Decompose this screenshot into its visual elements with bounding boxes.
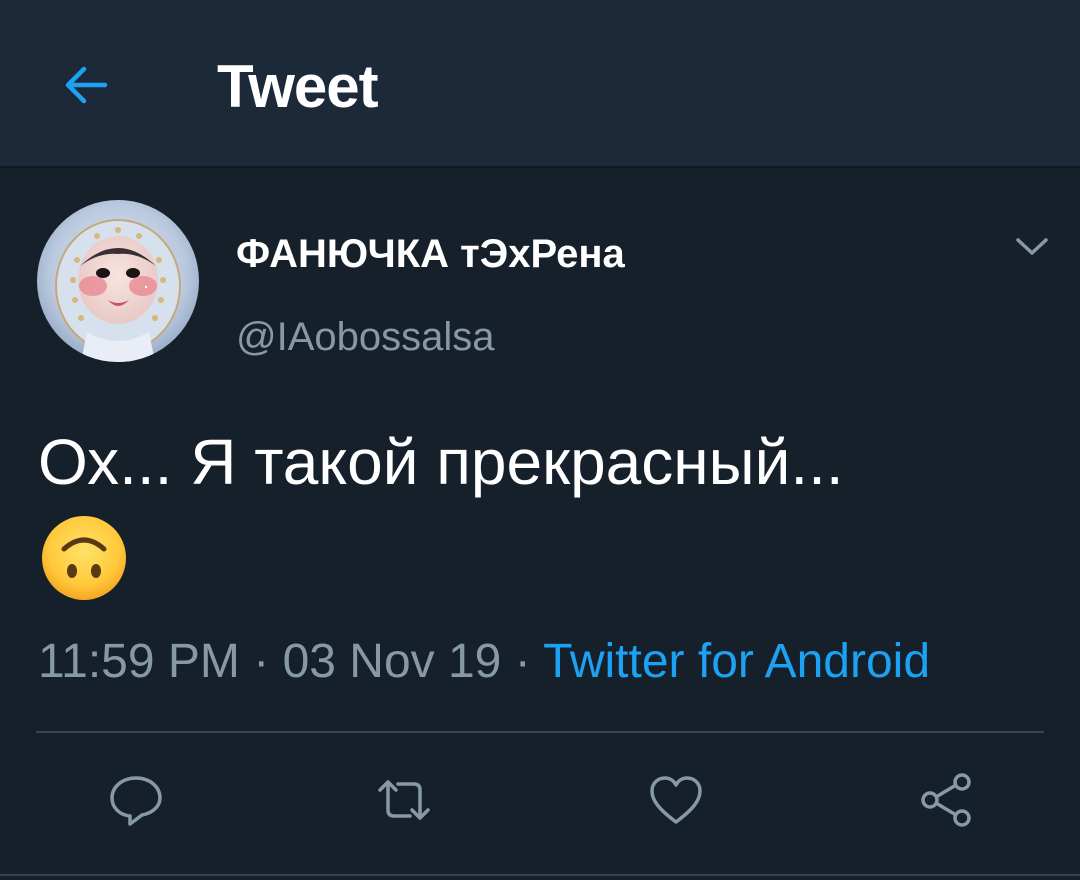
retweet-icon xyxy=(378,780,430,820)
meta-separator: · xyxy=(253,635,270,688)
page-title: Tweet xyxy=(217,53,379,120)
actions-divider xyxy=(36,731,1044,733)
tweet-text: Ох... Я такой прекрасный... xyxy=(38,426,844,498)
tweet-time: 11:59 PM xyxy=(38,635,240,688)
reply-button[interactable] xyxy=(104,768,168,832)
chevron-down-icon xyxy=(1016,238,1048,255)
tweet-date: 03 Nov 19 xyxy=(282,635,502,688)
meta-separator: · xyxy=(514,635,531,688)
arrow-left-icon xyxy=(65,66,108,104)
bottom-divider xyxy=(0,874,1080,876)
tweet-meta: 11:59 PM · 03 Nov 19 · Twitter for Andro… xyxy=(38,632,930,692)
tweet-menu-button[interactable] xyxy=(1006,226,1058,268)
author-handle[interactable]: @IAobossalsa xyxy=(236,312,495,362)
upside-down-face-emoji xyxy=(42,516,126,600)
avatar-image xyxy=(37,200,199,362)
author-display-name[interactable]: ФАНЮЧКА тЭхРена xyxy=(236,228,625,280)
top-app-bar: Tweet xyxy=(0,0,1080,168)
heart-icon xyxy=(650,776,702,824)
reply-icon xyxy=(110,776,162,826)
like-button[interactable] xyxy=(644,768,708,832)
share-icon xyxy=(921,773,971,827)
tweet-detail-screen: Tweet ФАНЮЧКА тЭхРена @IAobossalsa Ох...… xyxy=(0,0,1080,880)
retweet-button[interactable] xyxy=(372,768,436,832)
tweet-source-link[interactable]: Twitter for Android xyxy=(543,635,930,688)
author-avatar[interactable] xyxy=(37,200,199,362)
back-button[interactable] xyxy=(50,50,120,120)
share-button[interactable] xyxy=(914,768,978,832)
